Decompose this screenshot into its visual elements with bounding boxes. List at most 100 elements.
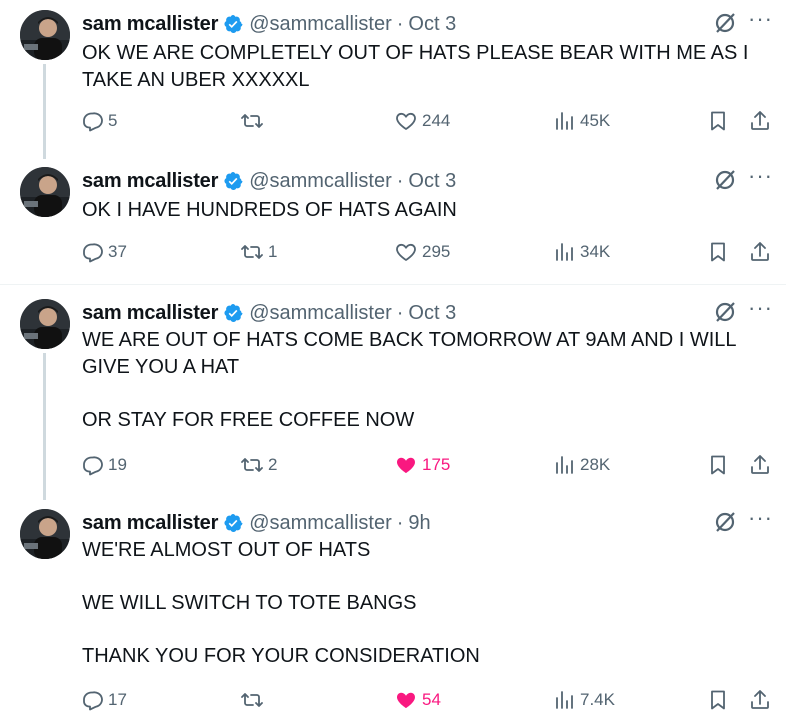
bookmark-button[interactable]	[706, 688, 730, 717]
more-options-button[interactable]: ···	[748, 505, 773, 531]
author-handle[interactable]: @sammcallister	[249, 512, 392, 535]
heart-icon	[396, 112, 416, 130]
reply-icon	[83, 243, 103, 263]
verified-badge-icon	[223, 303, 243, 323]
tweet-header: sam mcallister @sammcallister · Oct 3	[82, 301, 456, 325]
timestamp[interactable]: Oct 3	[408, 302, 456, 325]
avatar[interactable]	[20, 509, 70, 559]
heart-icon	[397, 457, 415, 473]
author-handle[interactable]: @sammcallister	[249, 13, 392, 36]
tweet-text: OK I HAVE HUNDREDS OF HATS AGAIN	[82, 199, 457, 221]
reply-icon	[83, 691, 103, 711]
reply-icon	[83, 456, 103, 476]
like-count: 54	[422, 690, 441, 709]
views-icon	[556, 456, 573, 474]
tweet-header: sam mcallister @sammcallister · 9h	[82, 511, 431, 535]
retweet-count: 1	[268, 242, 278, 261]
bookmark-icon	[711, 242, 725, 262]
divider	[0, 284, 786, 285]
heart-icon	[397, 692, 415, 708]
author-name[interactable]: sam mcallister	[82, 512, 218, 535]
views-icon	[556, 112, 573, 130]
reply-count: 17	[108, 690, 127, 709]
views-icon	[556, 691, 573, 709]
avatar[interactable]	[20, 167, 70, 217]
verified-badge-icon	[223, 14, 243, 34]
reply-icon	[83, 112, 103, 132]
retweet-icon	[241, 693, 263, 707]
views-button[interactable]: 34K	[552, 237, 610, 267]
retweet-button[interactable]: 1	[240, 237, 277, 267]
like-button[interactable]: 295	[394, 237, 450, 267]
timestamp[interactable]: 9h	[408, 512, 430, 535]
share-icon	[751, 455, 769, 474]
like-button[interactable]: 175	[394, 450, 450, 480]
bookmark-button[interactable]	[706, 109, 730, 138]
author-handle[interactable]: @sammcallister	[249, 170, 392, 193]
more-options-button[interactable]: ···	[748, 163, 773, 189]
reply-count: 5	[108, 111, 118, 130]
views-button[interactable]: 7.4K	[552, 685, 615, 715]
reply-button[interactable]: 5	[80, 106, 117, 136]
bookmark-icon	[711, 111, 725, 131]
grok-icon[interactable]	[712, 299, 738, 325]
reply-button[interactable]: 17	[80, 685, 127, 715]
share-button[interactable]	[748, 240, 772, 269]
views-button[interactable]: 45K	[552, 106, 610, 136]
like-button[interactable]: 244	[394, 106, 450, 136]
tweet-text: WE'RE ALMOST OUT OF HATS WE WILL SWITCH …	[82, 539, 480, 667]
retweet-icon	[241, 114, 263, 128]
action-bar: 37 1 295 34K	[80, 237, 780, 267]
views-count: 7.4K	[580, 690, 615, 709]
like-count: 244	[422, 111, 451, 130]
separator: ·	[396, 301, 404, 324]
like-count: 175	[422, 455, 451, 474]
tweet-text: WE ARE OUT OF HATS COME BACK TOMORROW AT…	[82, 329, 736, 431]
tweet-header: sam mcallister @sammcallister · Oct 3	[82, 169, 456, 193]
views-button[interactable]: 28K	[552, 450, 610, 480]
timestamp[interactable]: Oct 3	[408, 170, 456, 193]
retweet-button[interactable]	[240, 685, 268, 715]
views-count: 45K	[580, 111, 611, 130]
like-count: 295	[422, 242, 451, 261]
bookmark-icon	[711, 455, 725, 475]
share-button[interactable]	[748, 453, 772, 482]
thread-line	[43, 64, 46, 159]
action-bar: 5 244 45K	[80, 106, 780, 136]
grok-icon[interactable]	[712, 509, 738, 535]
bookmark-button[interactable]	[706, 240, 730, 269]
share-button[interactable]	[748, 688, 772, 717]
reply-count: 19	[108, 455, 127, 474]
retweet-icon	[241, 458, 263, 472]
views-icon	[556, 243, 573, 261]
reply-button[interactable]: 37	[80, 237, 127, 267]
author-handle[interactable]: @sammcallister	[249, 302, 392, 325]
reply-button[interactable]: 19	[80, 450, 127, 480]
views-count: 28K	[580, 455, 611, 474]
more-options-button[interactable]: ···	[748, 295, 773, 321]
author-name[interactable]: sam mcallister	[82, 170, 218, 193]
action-bar: 19 2 175 28K	[80, 450, 780, 480]
avatar[interactable]	[20, 10, 70, 60]
separator: ·	[396, 511, 404, 534]
grok-icon[interactable]	[712, 167, 738, 193]
avatar[interactable]	[20, 299, 70, 349]
share-icon	[751, 690, 769, 709]
share-icon	[751, 111, 769, 130]
thread-line	[43, 353, 46, 500]
reply-count: 37	[108, 242, 127, 261]
like-button[interactable]: 54	[394, 685, 441, 715]
tweet-header: sam mcallister @sammcallister · Oct 3	[82, 12, 456, 36]
retweet-button[interactable]: 2	[240, 450, 277, 480]
author-name[interactable]: sam mcallister	[82, 13, 218, 36]
more-options-button[interactable]: ···	[748, 6, 773, 32]
retweet-button[interactable]	[240, 106, 268, 136]
author-name[interactable]: sam mcallister	[82, 302, 218, 325]
verified-badge-icon	[223, 171, 243, 191]
timestamp[interactable]: Oct 3	[408, 13, 456, 36]
bookmark-icon	[711, 690, 725, 710]
bookmark-button[interactable]	[706, 453, 730, 482]
share-button[interactable]	[748, 109, 772, 138]
separator: ·	[396, 169, 404, 192]
grok-icon[interactable]	[712, 10, 738, 36]
